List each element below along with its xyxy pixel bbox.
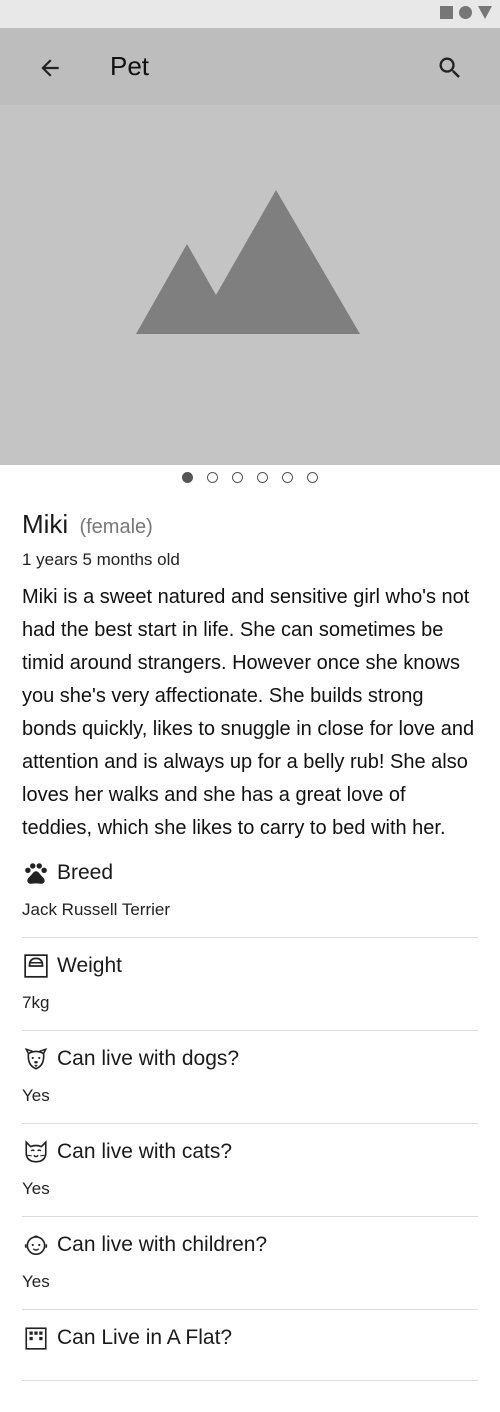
attribute-value: Yes: [22, 1272, 50, 1291]
carousel-dot[interactable]: [282, 472, 293, 483]
carousel-indicator: [0, 472, 500, 483]
image-placeholder-icon: [136, 190, 360, 334]
pet-description: Miki is a sweet natured and sensitive gi…: [22, 586, 475, 839]
attribute-dogs: Can live with dogs? Yes: [22, 1031, 478, 1124]
status-icons: [440, 6, 492, 19]
attribute-weight: Weight 7kg: [22, 938, 478, 1031]
arrow-left-icon: [41, 59, 59, 77]
attribute-breed: Breed Jack Russell Terrier: [22, 845, 478, 938]
pet-header: Miki (female): [22, 508, 478, 543]
carousel-dot[interactable]: [232, 472, 243, 483]
search-button[interactable]: [430, 50, 470, 86]
attribute-children: Can live with children? Yes: [22, 1217, 478, 1310]
attribute-label: Weight: [57, 954, 122, 977]
baby-face-icon: [22, 1231, 50, 1259]
attribute-value: 7kg: [22, 993, 50, 1012]
back-button[interactable]: [30, 50, 70, 86]
status-bar: [0, 0, 500, 28]
cat-face-icon: [22, 1138, 50, 1166]
wifi-icon: [459, 6, 472, 19]
building-icon: [22, 1324, 50, 1352]
pet-age: 1 years 5 months old: [22, 550, 180, 569]
search-icon: [439, 57, 460, 78]
carousel-dot[interactable]: [307, 472, 318, 483]
attribute-label: Can Live in A Flat?: [57, 1326, 233, 1349]
pet-details: Miki (female) 1 years 5 months old Miki …: [22, 508, 478, 1381]
pet-gender: (female): [79, 516, 153, 538]
pet-photo[interactable]: [0, 105, 500, 465]
battery-icon: [478, 6, 492, 19]
paw-icon: [22, 859, 50, 887]
attribute-label: Can live with cats?: [57, 1140, 233, 1163]
page-title: Pet: [110, 51, 150, 81]
attribute-cats: Can live with cats? Yes: [22, 1124, 478, 1217]
carousel-dot[interactable]: [257, 472, 268, 483]
pet-name: Miki: [22, 509, 69, 539]
attribute-value: Jack Russell Terrier: [22, 900, 171, 919]
attribute-label: Can live with children?: [57, 1233, 268, 1256]
attribute-label: Can live with dogs?: [57, 1047, 240, 1070]
attribute-flat: Can Live in A Flat?: [22, 1310, 478, 1381]
attribute-value: Yes: [22, 1179, 50, 1198]
app-bar: Pet: [0, 28, 500, 105]
attribute-value: Yes: [22, 1086, 50, 1105]
attribute-label: Breed: [57, 861, 114, 884]
carousel-dot[interactable]: [207, 472, 218, 483]
signal-icon: [440, 6, 453, 19]
scale-icon: [22, 952, 50, 980]
dog-face-icon: [22, 1045, 50, 1073]
carousel-dot[interactable]: [182, 472, 193, 483]
